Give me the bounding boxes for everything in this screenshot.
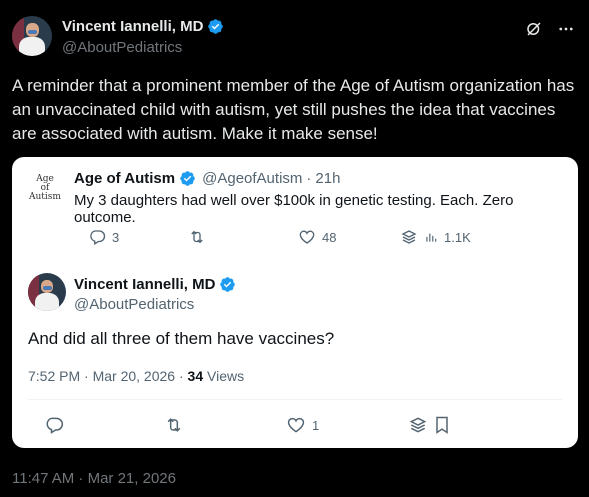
reply-like-count: 1 <box>312 417 320 433</box>
heart-icon <box>299 230 315 244</box>
quoted-author-handle[interactable]: @AgeofAutism <box>202 170 302 187</box>
quoted-repost-button[interactable] <box>188 228 206 246</box>
reply-text: And did all three of them have vaccines? <box>28 329 335 348</box>
reply-action-bar: 1 <box>28 415 568 439</box>
heart-icon <box>287 417 305 433</box>
reply-view-count: 34 <box>187 368 204 384</box>
author-handle[interactable]: @AboutPediatrics <box>62 39 182 56</box>
quoted-reply-button[interactable]: 3 <box>88 228 119 246</box>
quoted-views-button[interactable]: 1.1K <box>400 228 471 246</box>
reply-meta: 7:52 PM · Mar 20, 2026 · 34 Views <box>28 368 245 384</box>
grok-icon[interactable] <box>525 20 543 38</box>
verified-badge-icon <box>208 19 224 34</box>
analytics-icon <box>426 233 437 242</box>
quoted-author-row[interactable]: Age of Autism @AgeofAutism · 21h <box>74 170 340 187</box>
reply-bookmark-button[interactable] <box>432 415 452 435</box>
layers-icon <box>401 230 417 244</box>
reply-author-row[interactable]: Vincent Iannelli, MD <box>74 276 236 293</box>
age-of-autism-logo[interactable]: Age of Autism <box>26 169 64 207</box>
quoted-screenshot-card[interactable]: Age of Autism Age of Autism @AgeofAutism… <box>12 157 578 448</box>
repost-icon <box>191 230 203 244</box>
reply-icon <box>90 230 106 245</box>
post-text: A reminder that a prominent member of th… <box>12 76 575 143</box>
layers-icon <box>409 417 427 433</box>
verified-badge-icon <box>220 277 236 292</box>
reply-author-avatar[interactable] <box>28 273 66 311</box>
verified-badge-icon <box>180 171 195 186</box>
quoted-view-count: 1.1K <box>444 229 471 245</box>
divider <box>28 399 562 400</box>
quoted-post-text: My 3 daughters had well over $100k in ge… <box>74 192 514 226</box>
post-header: Vincent Iannelli, MD @AboutPediatrics <box>12 14 577 58</box>
repost-icon <box>167 418 181 432</box>
author-name[interactable]: Vincent Iannelli, MD <box>62 18 203 35</box>
reply-like-button[interactable]: 1 <box>286 415 319 435</box>
quoted-action-bar: 3 48 1.1K <box>72 228 472 250</box>
quoted-post-time[interactable]: 21h <box>315 170 340 187</box>
quoted-reply-count: 3 <box>112 229 120 245</box>
reply-views-button[interactable] <box>408 415 428 435</box>
more-options-icon[interactable] <box>557 20 575 38</box>
quoted-like-count: 48 <box>322 229 337 245</box>
bookmark-icon <box>436 416 448 434</box>
author-name-row[interactable]: Vincent Iannelli, MD <box>62 18 224 35</box>
quoted-author-name[interactable]: Age of Autism <box>74 170 175 187</box>
post-timestamp[interactable]: 11:47 AM · Mar 21, 2026 <box>12 470 176 487</box>
reply-author-name[interactable]: Vincent Iannelli, MD <box>74 276 215 293</box>
quoted-like-button[interactable]: 48 <box>298 228 336 246</box>
reply-icon <box>46 417 64 434</box>
author-avatar[interactable] <box>12 16 52 56</box>
reply-author-handle[interactable]: @AboutPediatrics <box>74 296 194 313</box>
reply-reply-button[interactable] <box>44 415 64 435</box>
reply-repost-button[interactable] <box>164 415 184 435</box>
